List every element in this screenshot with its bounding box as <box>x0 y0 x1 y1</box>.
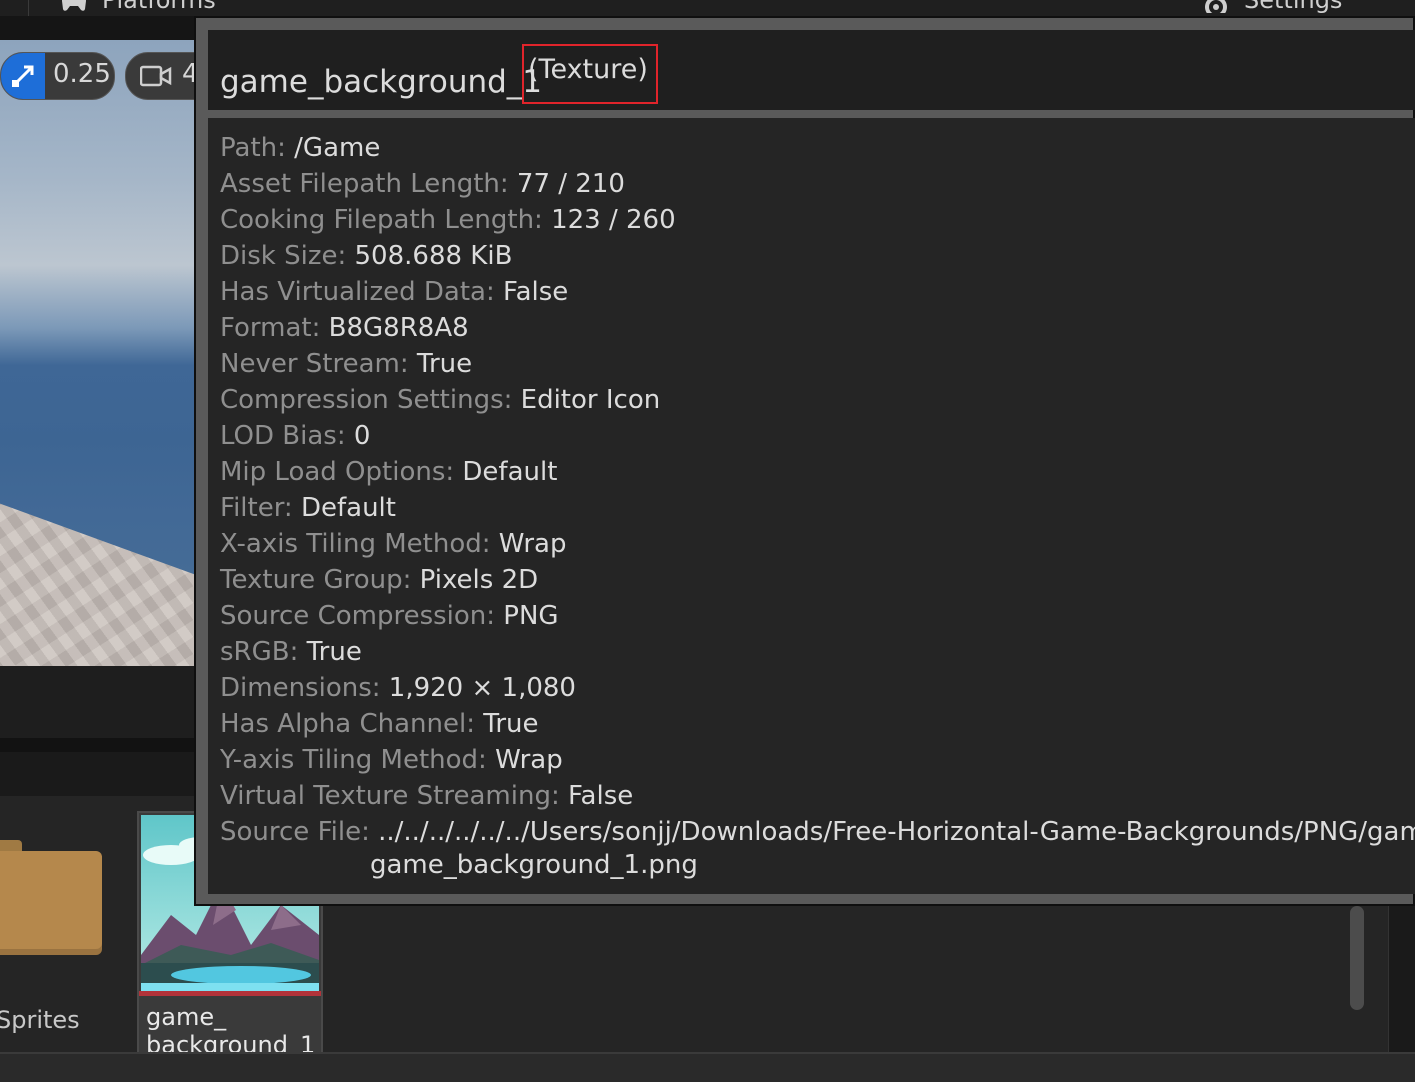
platforms-label: Platforms <box>102 0 216 14</box>
property-value: Default <box>300 493 396 523</box>
settings-label: Settings <box>1244 0 1343 14</box>
property-key: LOD Bias: <box>220 421 346 451</box>
property-value: 1,920 × 1,080 <box>388 673 576 703</box>
tooltip-header: game_background_1 (Texture) <box>208 30 1415 110</box>
property-value: 508.688 KiB <box>354 241 513 271</box>
property-row: Never Stream: True <box>220 348 472 380</box>
property-row: Has Alpha Channel: True <box>220 708 539 740</box>
property-key: Cooking Filepath Length: <box>220 205 543 235</box>
property-value: Default <box>462 457 558 487</box>
property-value: B8G8R8A8 <box>328 313 469 343</box>
property-row: Source Compression: PNG <box>220 600 559 632</box>
property-row: Dimensions: 1,920 × 1,080 <box>220 672 576 704</box>
property-key: Source Compression: <box>220 601 496 631</box>
property-value: Wrap <box>495 745 563 775</box>
property-value: Pixels 2D <box>419 565 539 595</box>
source-file-continued: game_background_1.png <box>370 850 698 880</box>
folder-icon[interactable] <box>0 851 102 955</box>
property-row: Mip Load Options: Default <box>220 456 557 488</box>
tooltip-asset-type: (Texture) <box>528 54 648 85</box>
property-value: Editor Icon <box>520 385 661 415</box>
viewport-floor <box>0 481 200 666</box>
property-key: Y-axis Tiling Method: <box>220 745 487 775</box>
property-value: 123 / 260 <box>551 205 676 235</box>
property-value: PNG <box>503 601 559 631</box>
content-browser-header <box>0 752 200 796</box>
property-row: LOD Bias: 0 <box>220 420 370 452</box>
property-key: Texture Group: <box>220 565 412 595</box>
property-key: Path: <box>220 133 286 163</box>
settings-button[interactable]: Settings <box>1202 0 1342 14</box>
property-key: Never Stream: <box>220 349 409 379</box>
property-key: Mip Load Options: <box>220 457 455 487</box>
scale-icon <box>12 65 34 87</box>
panel-divider <box>0 738 200 752</box>
property-row: Asset Filepath Length: 77 / 210 <box>220 168 625 200</box>
tooltip-asset-name: game_background_1 <box>220 64 543 100</box>
property-row: Disk Size: 508.688 KiB <box>220 240 512 272</box>
asset-label: game_ background_1 <box>146 1003 316 1059</box>
property-row: Virtual Texture Streaming: False <box>220 780 633 812</box>
property-value: ../../../../../../Users/sonjj/Downloads/… <box>378 817 1415 847</box>
property-value: /Game <box>294 133 381 163</box>
property-key: Source File: <box>220 817 370 847</box>
property-key: sRGB: <box>220 637 299 667</box>
property-row: Has Virtualized Data: False <box>220 276 568 308</box>
property-key: Asset Filepath Length: <box>220 169 509 199</box>
property-value: 0 <box>353 421 371 451</box>
property-key: Has Virtualized Data: <box>220 277 495 307</box>
property-key: X-axis Tiling Method: <box>220 529 491 559</box>
property-value: True <box>416 349 473 379</box>
property-row: Source File: ../../../../../../Users/son… <box>220 816 1415 848</box>
property-row: Y-axis Tiling Method: Wrap <box>220 744 563 776</box>
asset-type-color-bar <box>139 991 321 996</box>
property-value: 77 / 210 <box>516 169 625 199</box>
property-value: Wrap <box>498 529 567 559</box>
scale-snap-value[interactable]: 0.25 <box>53 59 111 89</box>
property-value: False <box>567 781 634 811</box>
gamepad-icon <box>62 0 86 11</box>
property-row: Filter: Default <box>220 492 396 524</box>
content-browser-scrollbar[interactable] <box>1350 906 1364 1010</box>
scale-snap-toggle[interactable]: 0.25 <box>0 52 115 100</box>
viewport-status-area <box>0 666 200 738</box>
top-toolbar: Platforms Settings <box>0 0 1415 16</box>
property-row: Compression Settings: Editor Icon <box>220 384 660 416</box>
property-key: Has Alpha Channel: <box>220 709 475 739</box>
property-key: Compression Settings: <box>220 385 513 415</box>
property-row: Cooking Filepath Length: 123 / 260 <box>220 204 676 236</box>
level-viewport[interactable] <box>0 40 200 666</box>
property-row: X-axis Tiling Method: Wrap <box>220 528 566 560</box>
property-row: sRGB: True <box>220 636 362 668</box>
property-value: True <box>483 709 539 739</box>
scale-snap-button[interactable] <box>1 53 45 99</box>
asset-label-line1: game_ <box>146 1003 227 1031</box>
tooltip-properties: Path: /Game Asset Filepath Length: 77 / … <box>208 118 1415 894</box>
property-row: Path: /Game <box>220 132 380 164</box>
asset-type-highlight: (Texture) <box>522 44 658 104</box>
gear-icon <box>1205 0 1227 13</box>
toolbar-separator <box>28 0 29 16</box>
status-bar <box>0 1052 1415 1082</box>
asset-tooltip: game_background_1 (Texture) Path: /Game … <box>194 16 1415 906</box>
property-key: Format: <box>220 313 321 343</box>
property-value: False <box>503 277 569 307</box>
property-row: Format: B8G8R8A8 <box>220 312 469 344</box>
property-key: Dimensions: <box>220 673 381 703</box>
folder-label[interactable]: Sprites <box>0 1006 80 1034</box>
property-key: Filter: <box>220 493 293 523</box>
camera-icon <box>140 65 172 87</box>
property-key: Disk Size: <box>220 241 347 271</box>
platforms-button[interactable]: Platforms <box>60 0 216 14</box>
property-key: Virtual Texture Streaming: <box>220 781 560 811</box>
property-value: True <box>306 637 362 667</box>
property-row: Texture Group: Pixels 2D <box>220 564 538 596</box>
